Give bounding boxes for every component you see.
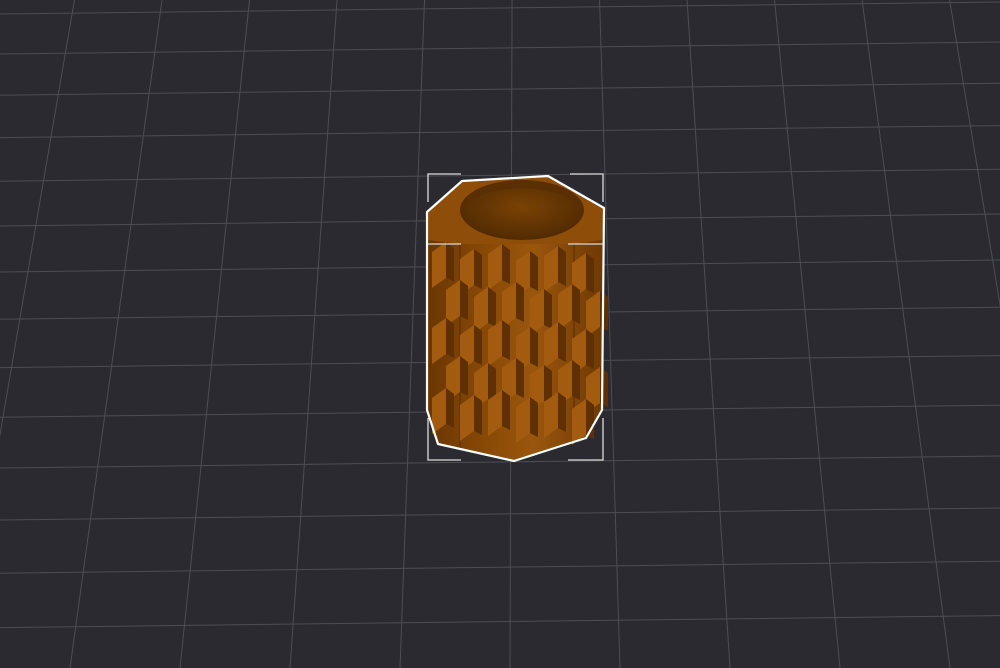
texture-facet-shadow (460, 280, 468, 320)
texture-facet-shadow (572, 284, 580, 324)
grid-line (861, 0, 951, 668)
grid-line (0, 125, 1000, 139)
texture-facet-shadow (516, 358, 524, 398)
texture-facet-shadow (586, 329, 594, 369)
viewport-canvas[interactable] (0, 0, 1000, 668)
grid-line (289, 0, 338, 668)
texture-facet-shadow (502, 390, 510, 430)
grid-line (0, 41, 1000, 55)
texture-facet-shadow (446, 388, 454, 428)
texture-facet-shadow (460, 356, 468, 396)
texture-facet-shadow (530, 327, 538, 367)
model-opening (460, 180, 584, 240)
texture-facet-shadow (516, 282, 524, 322)
texture-facet-shadow (502, 244, 510, 284)
texture-facet-shadow (474, 325, 482, 365)
grid-line (179, 0, 250, 668)
grid-line (0, 615, 1000, 629)
grid-line (0, 560, 1000, 574)
texture-facet-shadow (474, 395, 482, 435)
grid-line (0, 1, 1000, 15)
grid-line (686, 0, 731, 668)
grid-line (949, 0, 1000, 308)
grid-line (0, 507, 1000, 521)
texture-facet-shadow (474, 249, 482, 289)
texture-facet-shadow (558, 392, 566, 432)
grid-line (774, 0, 841, 668)
texture-facet-shadow (446, 318, 454, 358)
grid-line (69, 0, 163, 668)
3d-viewport[interactable] (0, 0, 1000, 668)
texture-facet-shadow (488, 287, 496, 327)
texture-facet-shadow (586, 253, 594, 293)
texture-facet-shadow (530, 251, 538, 291)
texture-facet-shadow (502, 320, 510, 360)
selected-model[interactable] (425, 174, 608, 463)
texture-facet-shadow (558, 246, 566, 286)
texture-facet-shadow (558, 322, 566, 362)
texture-facet-shadow (572, 360, 580, 400)
texture-facet-shadow (446, 242, 454, 282)
grid-line (0, 0, 75, 438)
texture-facet-shadow (530, 397, 538, 437)
texture-facet-shadow (544, 289, 552, 329)
